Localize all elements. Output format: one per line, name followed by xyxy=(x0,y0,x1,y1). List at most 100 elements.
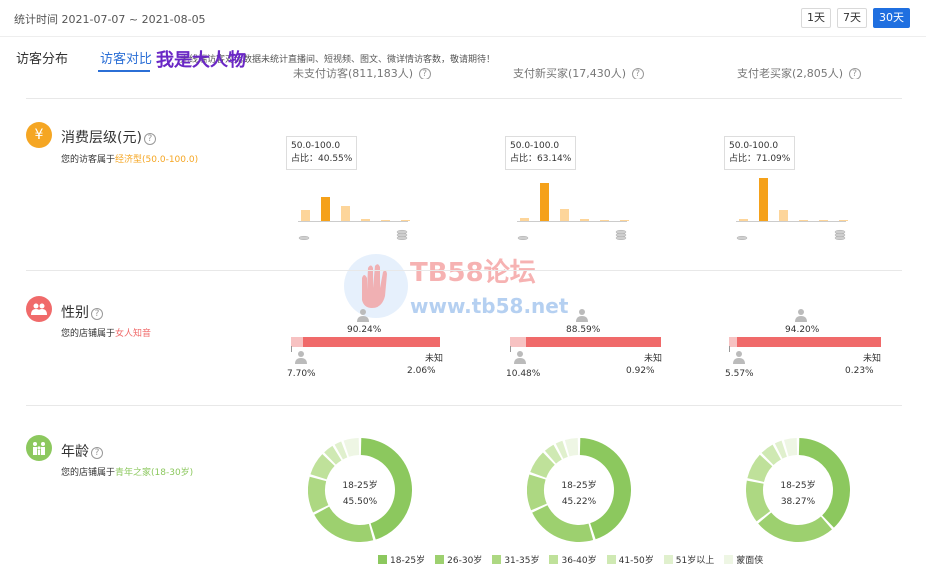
legend-item[interactable]: 41-50岁 xyxy=(606,553,654,566)
donut-slice[interactable] xyxy=(784,438,798,457)
person-icon xyxy=(795,307,807,326)
unknown-label: 未知 xyxy=(644,354,663,364)
bar[interactable] xyxy=(779,210,788,221)
tooltip-ratio: 占比：40.55% xyxy=(291,154,353,164)
donut-slice[interactable] xyxy=(564,438,579,457)
gender-desc: 您的店铺属于女人知音 xyxy=(61,329,152,339)
axis xyxy=(517,221,627,222)
legend-item[interactable]: 36-40岁 xyxy=(549,553,597,566)
female-bar[interactable] xyxy=(737,337,881,347)
stat-time: 统计时间 2021-07-07 ~ 2021-08-05 xyxy=(14,13,206,26)
tab-visitor-distribution[interactable]: 访客分布 xyxy=(16,48,68,67)
bar[interactable] xyxy=(301,210,310,221)
male-percent: 7.70% xyxy=(287,369,316,379)
male-bar[interactable] xyxy=(291,337,303,347)
tick xyxy=(291,346,292,352)
bar[interactable] xyxy=(341,206,350,221)
donut-center-label: 18-25岁 45.22% xyxy=(561,481,597,507)
age-legend: 18-25岁 26-30岁 31-35岁 36-40岁 41-50岁 51岁以上 蒙面侠 xyxy=(378,553,763,566)
help-icon[interactable]: ? xyxy=(143,133,156,145)
legend-label: 蒙面侠 xyxy=(736,556,764,566)
help-icon: ? xyxy=(418,68,431,79)
watermark-url: www.tb58.net xyxy=(410,294,569,318)
consumption-desc: 您的访客属于经济型(50.0-100.0) xyxy=(61,155,199,165)
family-icon xyxy=(26,435,52,461)
column-header-new-buyers: 支付新买家(17,430人) ? xyxy=(513,68,644,79)
legend-item[interactable]: 31-35岁 xyxy=(492,553,539,566)
column-header-old-buyers: 支付老买家(2,805人) ? xyxy=(737,68,861,79)
legend-swatch xyxy=(378,555,387,564)
female-percent: 90.24% xyxy=(347,325,382,335)
tooltip-range: 50.0-100.0 xyxy=(510,141,560,151)
range-30d-button[interactable]: 30天 xyxy=(873,8,910,28)
coin-stack-icon xyxy=(735,225,749,241)
legend-label: 18-25岁 xyxy=(390,556,426,566)
female-percent: 88.59% xyxy=(566,325,601,335)
legend-label: 51岁以上 xyxy=(675,556,715,566)
divider xyxy=(26,270,902,271)
donut-center-label: 18-25岁 45.50% xyxy=(342,481,378,507)
tab-visitor-compare[interactable]: 访客对比 xyxy=(100,48,152,67)
person-icon xyxy=(514,349,526,368)
person-icon xyxy=(357,307,369,326)
coin-stack-icon xyxy=(833,225,847,241)
bar[interactable] xyxy=(540,183,549,221)
person-icon xyxy=(576,307,588,326)
male-bar[interactable] xyxy=(729,337,738,347)
tooltip-range: 50.0-100.0 xyxy=(291,141,341,151)
legend-item[interactable]: 蒙面侠 xyxy=(724,553,763,566)
person-icon xyxy=(733,349,745,368)
help-icon: ? xyxy=(631,68,644,79)
legend-swatch xyxy=(549,555,559,564)
column-header-unpaid: 未支付访客(811,183人) ? xyxy=(293,68,431,79)
tooltip-ratio: 占比：71.09% xyxy=(729,154,791,164)
female-bar[interactable] xyxy=(525,337,661,347)
coin-stack-icon xyxy=(614,225,628,241)
bar[interactable] xyxy=(560,209,569,221)
unknown-label: 未知 xyxy=(425,354,444,364)
legend-swatch xyxy=(663,555,673,564)
male-bar[interactable] xyxy=(510,337,526,347)
donut-slice[interactable] xyxy=(314,506,374,542)
unknown-percent: 0.92% xyxy=(626,366,655,376)
legend-item[interactable]: 51岁以上 xyxy=(663,553,715,566)
watermark: TB58论坛 www.tb58.net xyxy=(340,250,600,334)
range-1d-button[interactable]: 1天 xyxy=(801,8,831,28)
divider xyxy=(0,36,926,37)
tooltip: 50.0-100.0 占比：71.09% xyxy=(724,136,796,170)
legend-label: 36-40岁 xyxy=(561,556,597,566)
male-percent: 10.48% xyxy=(506,369,541,379)
axis xyxy=(736,221,846,222)
female-percent: 94.20% xyxy=(785,325,820,335)
donut-center-label: 18-25岁 38.27% xyxy=(780,481,816,507)
axis xyxy=(298,221,408,222)
consumption-title: 消费层级(元)? xyxy=(61,127,156,147)
coin-stack-icon xyxy=(395,225,409,241)
help-icon[interactable]: ? xyxy=(91,308,103,320)
legend-label: 41-50岁 xyxy=(618,556,654,566)
bar[interactable] xyxy=(759,178,768,221)
gender-title: 性别? xyxy=(61,302,103,322)
age-desc: 您的店铺属于青年之家(18-30岁) xyxy=(61,468,194,478)
divider xyxy=(26,405,902,406)
tooltip: 50.0-100.0 占比：40.55% xyxy=(286,136,358,170)
overlay-text: 我是大人物 xyxy=(156,50,246,71)
help-icon: ? xyxy=(848,68,861,79)
legend-item[interactable]: 26-30岁 xyxy=(435,553,482,566)
tick xyxy=(729,346,730,352)
help-icon[interactable]: ? xyxy=(91,447,103,459)
bar[interactable] xyxy=(321,196,330,221)
female-bar[interactable] xyxy=(302,337,440,347)
yen-icon: ¥ xyxy=(26,122,52,148)
legend-swatch xyxy=(724,555,734,564)
donut-slice[interactable] xyxy=(532,505,594,542)
coin-stack-icon xyxy=(297,225,311,241)
legend-item[interactable]: 18-25岁 xyxy=(378,553,425,566)
unknown-label: 未知 xyxy=(863,354,882,364)
range-selector: 1天 7天 30天 xyxy=(801,8,910,28)
donut-slice[interactable] xyxy=(758,512,832,542)
range-7d-button[interactable]: 7天 xyxy=(837,8,867,28)
people-icon xyxy=(26,296,52,322)
male-percent: 5.57% xyxy=(725,369,754,379)
tooltip: 50.0-100.0 占比：63.14% xyxy=(505,136,577,170)
